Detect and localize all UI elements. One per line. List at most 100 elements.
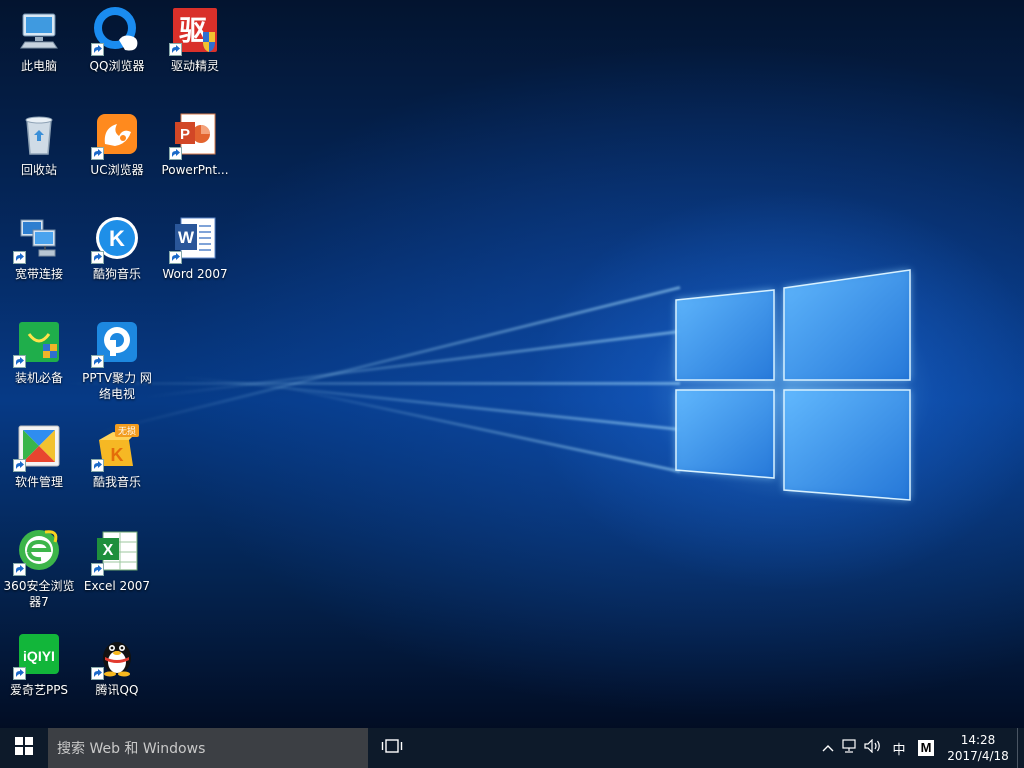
logo-pane-top-right (783, 269, 911, 381)
kuwo-icon: K 无损 (91, 422, 141, 472)
desktop-icon-browser-360[interactable]: 360安全浏览器7 (0, 520, 78, 616)
ime-mode-label: M (918, 740, 934, 756)
icon-label: 酷狗音乐 (92, 267, 141, 281)
volume-tray-button[interactable] (861, 728, 885, 768)
show-hidden-icons-button[interactable] (817, 728, 839, 768)
system-tray: 中 M 14:28 2017/4/18 (817, 728, 1024, 768)
icon-label: Excel 2007 (83, 579, 151, 593)
shortcut-arrow-icon (13, 563, 26, 576)
uc-browser-icon (91, 110, 141, 160)
desktop-icon-this-pc[interactable]: 此电脑 (0, 0, 78, 96)
desktop-icons: 此电脑 回收站 宽带连接 装机必备 软件管理 360安全浏览器7 iQIYI 爱… (0, 0, 240, 728)
iqiyi-icon: iQIYI (13, 630, 63, 680)
iqiyi-badge-text: iQIYI (23, 648, 55, 664)
logo-pane-top-left (675, 289, 775, 381)
qq-penguin-icon (91, 630, 141, 680)
shortcut-arrow-icon (91, 563, 104, 576)
desktop-icon-driver-genius[interactable]: 驱 驱动精灵 (156, 0, 234, 96)
shortcut-arrow-icon (91, 459, 104, 472)
computer-icon (15, 6, 63, 54)
windows-start-icon (15, 737, 33, 759)
search-input[interactable]: 搜索 Web 和 Windows (48, 728, 368, 768)
driver-badge-text: 驱 (179, 14, 207, 47)
network-icon (13, 214, 63, 264)
desktop-icon-kuwo[interactable]: K 无损 酷我音乐 (78, 416, 156, 512)
clock-button[interactable]: 14:28 2017/4/18 (939, 728, 1017, 768)
shortcut-arrow-icon (91, 667, 104, 680)
desktop-icon-broadband[interactable]: 宽带连接 (0, 208, 78, 304)
desktop-icon-recycle-bin[interactable]: 回收站 (0, 104, 78, 200)
software-manager-icon (13, 422, 63, 472)
icon-label: UC浏览器 (90, 163, 144, 177)
icon-label: Word 2007 (162, 267, 228, 281)
shortcut-arrow-icon (13, 667, 26, 680)
shortcut-arrow-icon (91, 355, 104, 368)
desktop-icon-pptv[interactable]: PPTV聚力 网络电视 (78, 312, 156, 408)
ime-language-label: 中 (892, 742, 906, 758)
desktop-wallpaper: 此电脑 回收站 宽带连接 装机必备 软件管理 360安全浏览器7 iQIYI 爱… (0, 0, 1024, 728)
icon-label: 驱动精灵 (170, 59, 219, 73)
shortcut-arrow-icon (169, 251, 182, 264)
shortcut-arrow-icon (91, 251, 104, 264)
desktop-icon-tencent-qq[interactable]: 腾讯QQ (78, 624, 156, 720)
icon-label: 宽带连接 (14, 267, 63, 281)
icon-label: 腾讯QQ (95, 683, 139, 697)
icon-label: PPTV聚力 网络电视 (82, 371, 152, 401)
desktop-icon-essentials[interactable]: 装机必备 (0, 312, 78, 408)
show-desktop-button[interactable] (1017, 728, 1024, 768)
network-icon (842, 739, 858, 757)
start-button[interactable] (0, 728, 48, 768)
logo-pane-bottom-right (783, 389, 911, 501)
network-tray-button[interactable] (839, 728, 861, 768)
desktop-icon-software-manager[interactable]: 软件管理 (0, 416, 78, 512)
icon-label: 酷我音乐 (92, 475, 141, 489)
browser-360-icon (13, 526, 63, 576)
kuwo-badge-text: 无损 (118, 425, 136, 437)
icon-label: QQ浏览器 (89, 59, 145, 73)
icon-label: 装机必备 (14, 371, 63, 385)
icon-label: 软件管理 (14, 475, 63, 489)
recycle-bin-icon (15, 110, 63, 158)
icon-label: 360安全浏览器7 (3, 579, 75, 609)
desktop-icon-qq-browser[interactable]: QQ浏览器 (78, 0, 156, 96)
icon-label: PowerPnt... (161, 163, 229, 177)
shortcut-arrow-icon (169, 147, 182, 160)
taskbar: 搜索 Web 和 Windows 中 M 14:28 2017/4/18 (0, 728, 1024, 768)
desktop-icon-uc-browser[interactable]: UC浏览器 (78, 104, 156, 200)
task-view-icon (381, 738, 403, 758)
kugou-badge-text: K (109, 226, 125, 251)
shortcut-arrow-icon (91, 147, 104, 160)
desktop-icon-word[interactable]: W Word 2007 (156, 208, 234, 304)
word-icon: W (169, 214, 219, 264)
powerpoint-icon: P (169, 110, 219, 160)
search-placeholder: 搜索 Web 和 Windows (57, 741, 206, 757)
kugou-icon: K (91, 214, 141, 264)
ime-language-button[interactable]: 中 (885, 728, 913, 768)
shortcut-arrow-icon (13, 251, 26, 264)
desktop-icon-excel[interactable]: X Excel 2007 (78, 520, 156, 616)
driver-genius-icon: 驱 (169, 6, 219, 56)
icon-label: 此电脑 (20, 59, 57, 73)
logo-pane-bottom-left (675, 389, 775, 479)
shortcut-arrow-icon (91, 43, 104, 56)
speaker-icon (864, 738, 882, 757)
pptv-icon (91, 318, 141, 368)
word-badge-text: W (178, 228, 195, 247)
icon-label: 爱奇艺PPS (9, 683, 69, 697)
kuwo-k-text: K (111, 445, 124, 465)
chevron-up-icon (822, 741, 834, 756)
svg-text:X: X (103, 542, 114, 559)
desktop-icon-kugou[interactable]: K 酷狗音乐 (78, 208, 156, 304)
icon-label: 回收站 (20, 163, 57, 177)
shopping-bag-icon (13, 318, 63, 368)
ime-mode-button[interactable]: M (913, 728, 939, 768)
svg-text:P: P (180, 126, 190, 143)
shortcut-arrow-icon (13, 355, 26, 368)
clock-time: 14:28 (960, 733, 996, 747)
qq-browser-icon (91, 6, 141, 56)
shortcut-arrow-icon (13, 459, 26, 472)
shortcut-arrow-icon (169, 43, 182, 56)
desktop-icon-powerpoint[interactable]: P PowerPnt... (156, 104, 234, 200)
task-view-button[interactable] (368, 728, 416, 768)
desktop-icon-iqiyi[interactable]: iQIYI 爱奇艺PPS (0, 624, 78, 720)
